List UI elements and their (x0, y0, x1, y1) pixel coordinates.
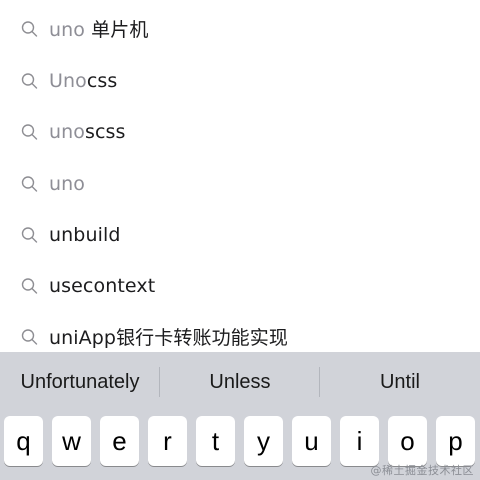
key-t[interactable]: t (196, 416, 235, 466)
suggestion-text: uno 单片机 (49, 19, 149, 41)
suggestion-item[interactable]: unoscss (0, 106, 480, 157)
search-icon (21, 175, 38, 192)
key-o[interactable]: o (388, 416, 427, 466)
suggestion-text: unbuild (49, 223, 121, 246)
suggestion-text: usecontext (49, 274, 156, 297)
suggestion-text: unoscss (49, 120, 126, 143)
prediction-2[interactable]: Unless (160, 352, 320, 412)
search-icon (21, 226, 38, 243)
keyboard: Unfortunately Unless Until q w e r t y u… (0, 352, 480, 480)
suggestion-text: uno (49, 172, 86, 195)
key-p[interactable]: p (436, 416, 475, 466)
key-r[interactable]: r (148, 416, 187, 466)
predictive-bar: Unfortunately Unless Until (0, 352, 480, 412)
suggestion-item[interactable]: uno (0, 158, 480, 209)
suggestion-item[interactable]: unbuild (0, 209, 480, 260)
suggestion-text: Unocss (49, 69, 118, 92)
search-suggestion-list: uno 单片机 Unocss unoscss uno unbuild useco… (0, 0, 480, 352)
search-icon (21, 72, 38, 89)
suggestion-text: uniApp银行卡转账功能实现 (49, 327, 288, 349)
search-icon (21, 328, 38, 345)
key-i[interactable]: i (340, 416, 379, 466)
search-icon (21, 277, 38, 294)
prediction-3[interactable]: Until (320, 352, 480, 412)
search-icon (21, 20, 38, 37)
key-u[interactable]: u (292, 416, 331, 466)
key-w[interactable]: w (52, 416, 91, 466)
search-icon (21, 123, 38, 140)
prediction-1[interactable]: Unfortunately (0, 352, 160, 412)
watermark: @稀土掘金技术社区 (370, 464, 474, 477)
key-q[interactable]: q (4, 416, 43, 466)
key-e[interactable]: e (100, 416, 139, 466)
key-y[interactable]: y (244, 416, 283, 466)
suggestion-item[interactable]: Unocss (0, 55, 480, 106)
suggestion-item[interactable]: usecontext (0, 260, 480, 311)
suggestion-item[interactable]: uno 单片机 (0, 3, 480, 54)
